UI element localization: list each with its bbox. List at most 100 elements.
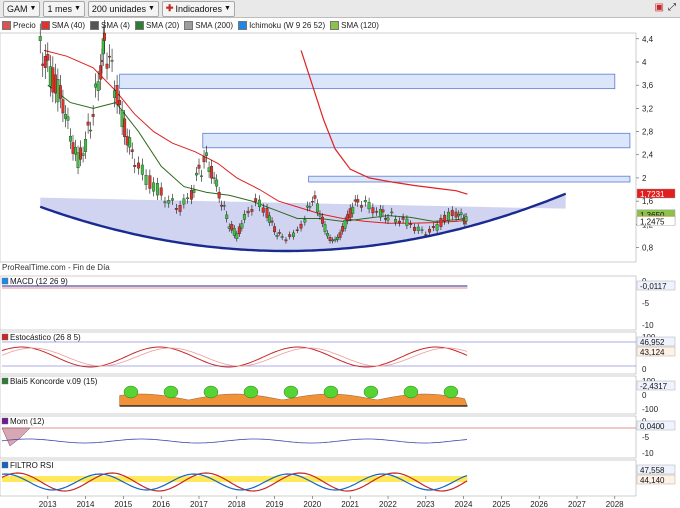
candle-body [167, 199, 171, 204]
candle-body [61, 99, 65, 114]
candle-body [431, 226, 435, 228]
candle-body [86, 121, 90, 126]
candle-body [450, 210, 454, 216]
candle-body [333, 239, 337, 241]
candle-body [71, 142, 75, 154]
panel-tick-label: -5 [642, 433, 650, 442]
candle-body [435, 224, 439, 231]
candle-body [189, 190, 193, 200]
panel-label-rsi-filter: FILTRO RSI [10, 461, 53, 470]
candle-body [91, 114, 95, 117]
candle-body [207, 167, 211, 172]
candle-body [63, 113, 67, 119]
candle-body [69, 135, 72, 142]
candle-body [174, 208, 178, 210]
candle-body [405, 218, 409, 226]
candle-body [443, 214, 447, 222]
candle-body [110, 60, 114, 62]
panel-swatch [1, 333, 9, 341]
candle-body [202, 156, 206, 163]
chart-canvas: 4,443,63,22,82,421,61,20,81,72311,36501,… [0, 19, 676, 508]
candle-body [178, 205, 182, 212]
candle-body [454, 211, 458, 218]
source-label: ProRealTime.com - Fin de Día [2, 263, 110, 272]
candle-body [292, 232, 295, 237]
x-tick-label: 2016 [152, 500, 170, 508]
candle-body [84, 139, 88, 152]
candle-body [447, 211, 450, 221]
panel-value-label: -2,4317 [640, 382, 668, 391]
candle-body [284, 239, 288, 242]
candle-body [254, 198, 258, 202]
candle-body [195, 172, 198, 176]
candle-body [390, 211, 394, 214]
koncorde-green [203, 385, 219, 399]
candle-body [115, 85, 119, 105]
candle-body [51, 67, 55, 93]
panel-tick-label: 0 [642, 391, 647, 400]
candle-body [261, 207, 265, 213]
koncorde-green [443, 385, 459, 399]
panel-frame-momentum [0, 415, 637, 459]
panel-value-label: -0,0117 [640, 282, 667, 291]
panel-value-label: 46,952 [640, 338, 665, 347]
candle-body [381, 209, 385, 213]
candle-body [96, 81, 100, 91]
candle-body [66, 116, 70, 121]
x-tick-label: 2022 [379, 500, 397, 508]
candle-body [235, 233, 239, 239]
candle-body [378, 209, 382, 218]
candle-body [246, 210, 250, 214]
candle-body [341, 226, 345, 232]
candle-body [386, 217, 390, 221]
candle-body [363, 200, 367, 203]
resistance-zone [119, 73, 616, 90]
candle-body [171, 198, 174, 201]
x-tick-label: 2026 [530, 500, 548, 508]
y-tick-label: 0,8 [642, 244, 654, 253]
panel-tick-label: 0 [642, 365, 647, 374]
candle-body [288, 234, 292, 237]
x-tick-label: 2015 [114, 500, 132, 508]
candle-body [123, 118, 127, 138]
candle-body [353, 199, 357, 202]
candle-body [140, 164, 144, 175]
candle-body [397, 220, 401, 224]
x-tick-label: 2018 [228, 500, 246, 508]
candle-body [108, 55, 111, 58]
candle-body [48, 66, 52, 87]
candle-body [295, 229, 299, 231]
koncorde-green [403, 385, 419, 399]
candle-body [148, 175, 152, 189]
price-label: 1,2475 [640, 218, 665, 227]
candle-body [43, 55, 47, 68]
candle-body [323, 224, 327, 232]
candle-body [343, 220, 347, 229]
candle-body [439, 218, 443, 227]
candle-body [331, 239, 335, 242]
candle-body [258, 199, 261, 208]
candle-body [133, 164, 137, 167]
candle-body [125, 136, 129, 146]
candle-body [159, 187, 163, 196]
resistance-zone [308, 175, 631, 183]
panel-tick-label: -10 [642, 321, 654, 330]
candle-body [215, 179, 219, 187]
panel-swatch [1, 417, 9, 425]
candle-body [152, 182, 156, 192]
x-tick-label: 2024 [455, 500, 473, 508]
candle-body [375, 211, 379, 213]
candle-body [278, 232, 282, 234]
panel-swatch [1, 377, 9, 385]
candle-body [94, 83, 98, 88]
panel-tick-label: -5 [642, 299, 650, 308]
candle-body [103, 32, 106, 41]
candle-body [413, 226, 416, 231]
panel-swatch [1, 277, 9, 285]
candle-body [222, 205, 226, 207]
panel-value-label: 47,558 [640, 466, 665, 475]
candle-body [46, 54, 50, 61]
candle-body [348, 208, 352, 218]
x-tick-label: 2017 [190, 500, 208, 508]
candle-body [351, 206, 355, 214]
